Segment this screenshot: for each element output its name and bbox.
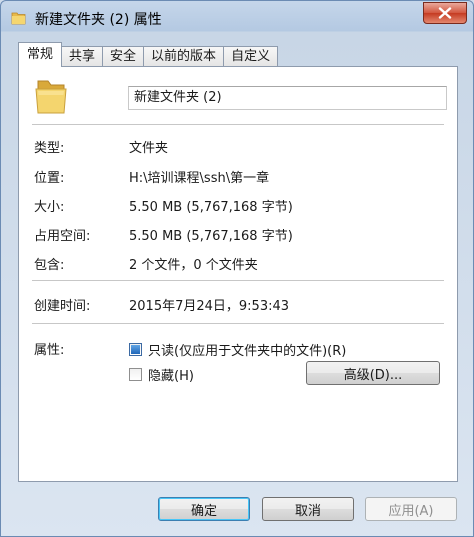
readonly-checkbox[interactable]: 只读(仅应用于文件夹中的文件)(R)	[129, 340, 346, 359]
apply-button[interactable]: 应用(A)	[365, 497, 457, 521]
size-label: 大小:	[34, 200, 65, 215]
type-label: 类型:	[34, 141, 65, 156]
contains-label: 包含:	[34, 258, 65, 273]
window-title: 新建文件夹 (2) 属性	[35, 12, 162, 28]
size-value: 5.50 MB (5,767,168 字节)	[129, 200, 293, 215]
hidden-checkbox-label: 隐藏(H)	[148, 369, 194, 384]
hidden-checkbox[interactable]: 隐藏(H)	[129, 365, 194, 384]
location-label: 位置:	[34, 171, 65, 186]
readonly-checkbox-label: 只读(仅应用于文件夹中的文件)(R)	[148, 344, 347, 359]
cancel-button[interactable]: 取消	[262, 497, 354, 521]
close-button[interactable]	[423, 2, 467, 24]
separator	[32, 323, 444, 324]
folder-icon	[33, 79, 71, 119]
tab-previous-versions[interactable]: 以前的版本	[143, 46, 225, 67]
separator	[32, 124, 444, 125]
folder-title-icon	[11, 10, 27, 30]
created-label: 创建时间:	[34, 299, 91, 314]
advanced-button[interactable]: 高级(D)...	[306, 361, 440, 385]
created-value: 2015年7月24日，9:53:43	[129, 299, 290, 314]
contains-value: 2 个文件，0 个文件夹	[129, 258, 258, 273]
title-bar[interactable]: 新建文件夹 (2) 属性	[1, 1, 473, 35]
tab-sharing[interactable]: 共享	[61, 46, 104, 67]
readonly-checkbox-box[interactable]	[129, 343, 142, 356]
separator	[32, 280, 444, 281]
attributes-label: 属性:	[34, 343, 65, 358]
location-value: H:\培训课程\ssh\第一章	[129, 171, 270, 186]
size-on-disk-label: 占用空间:	[34, 229, 91, 244]
tab-customize[interactable]: 自定义	[223, 46, 279, 67]
ok-button[interactable]: 确定	[158, 497, 250, 521]
folder-name-input[interactable]: 新建文件夹 (2)	[128, 86, 447, 110]
type-value: 文件夹	[129, 141, 169, 156]
tab-security[interactable]: 安全	[102, 46, 145, 67]
tab-general[interactable]: 常规	[18, 42, 63, 67]
general-tab-panel: 新建文件夹 (2) 类型: 文件夹 位置: H:\培训课程\ssh\第一章 大小…	[18, 66, 458, 482]
tab-strip: 常规 共享 安全 以前的版本 自定义	[18, 42, 279, 67]
close-icon	[438, 7, 452, 19]
hidden-checkbox-box[interactable]	[129, 368, 142, 381]
properties-window: 新建文件夹 (2) 属性 常规 共享 安全 以前的版本 自定义 新建文件夹 (2…	[0, 0, 474, 537]
size-on-disk-value: 5.50 MB (5,767,168 字节)	[129, 229, 293, 244]
